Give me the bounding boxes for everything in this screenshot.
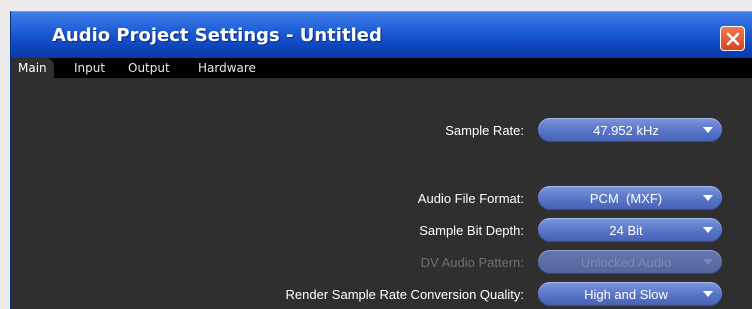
- tab-input[interactable]: Input: [67, 58, 112, 78]
- chevron-down-icon: [694, 218, 722, 242]
- sample-rate-label: Sample Rate:: [445, 123, 524, 138]
- close-button[interactable]: [720, 26, 745, 51]
- render-src-quality-label: Render Sample Rate Conversion Quality:: [285, 287, 524, 302]
- audio-file-format-label: Audio File Format:: [417, 191, 524, 206]
- chevron-down-icon: [694, 118, 722, 142]
- title-bar: Audio Project Settings - Untitled: [11, 11, 752, 58]
- chevron-down-icon: [694, 250, 722, 274]
- render-src-quality-value: High and Slow: [584, 286, 668, 302]
- sample-bit-depth-dropdown[interactable]: 24 Bit: [538, 218, 722, 242]
- close-icon: [726, 32, 739, 45]
- chevron-down-icon: [694, 186, 722, 210]
- sample-bit-depth-value: 24 Bit: [609, 222, 643, 238]
- audio-file-format-value: PCM (MXF): [589, 190, 663, 206]
- dv-audio-pattern-value: Unlocked Audio: [580, 254, 672, 270]
- tab-bar: Main Input Output Hardware: [11, 58, 752, 78]
- audio-file-format-dropdown[interactable]: PCM (MXF): [538, 186, 722, 210]
- dv-audio-pattern-dropdown: Unlocked Audio: [538, 250, 722, 274]
- tab-hardware[interactable]: Hardware: [191, 58, 263, 78]
- sample-bit-depth-label: Sample Bit Depth:: [419, 223, 524, 238]
- chevron-down-icon: [694, 282, 722, 306]
- render-src-quality-dropdown[interactable]: High and Slow: [538, 282, 722, 306]
- audio-project-settings-window: Audio Project Settings - Untitled Main I…: [10, 11, 752, 309]
- main-settings-panel: Sample Rate: 47.952 kHz Audio File Forma…: [11, 78, 752, 309]
- dv-audio-pattern-label: DV Audio Pattern:: [420, 255, 524, 270]
- sample-rate-value: 47.952 kHz: [593, 122, 659, 138]
- tab-output[interactable]: Output: [121, 58, 177, 78]
- window-title: Audio Project Settings - Untitled: [52, 25, 382, 46]
- sample-rate-dropdown[interactable]: 47.952 kHz: [538, 118, 722, 142]
- tab-main[interactable]: Main: [11, 58, 54, 78]
